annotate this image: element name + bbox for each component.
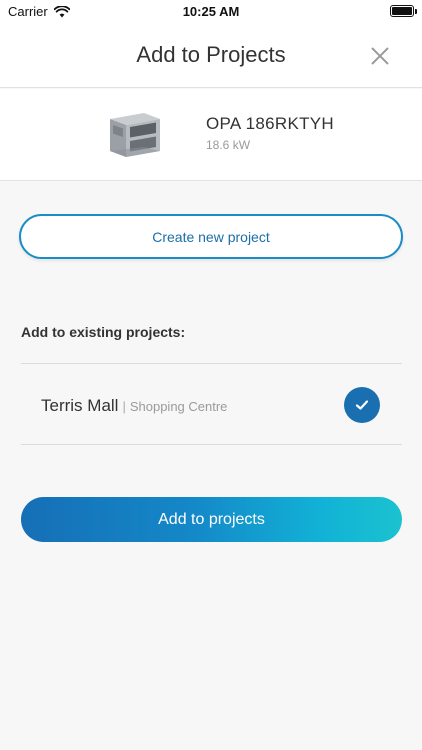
project-separator: | bbox=[122, 399, 126, 414]
add-to-projects-label: Add to projects bbox=[158, 510, 265, 528]
product-card: OPA 186RKTYH 18.6 kW bbox=[0, 89, 422, 181]
add-to-projects-button[interactable]: Add to projects bbox=[21, 497, 402, 542]
project-selected-toggle[interactable] bbox=[344, 387, 380, 423]
status-right bbox=[390, 5, 417, 17]
divider-bottom bbox=[21, 444, 402, 445]
product-name: OPA 186RKTYH bbox=[206, 114, 335, 133]
close-icon bbox=[371, 47, 389, 65]
ac-unit-image bbox=[110, 113, 160, 157]
close-button[interactable] bbox=[368, 44, 392, 68]
create-new-project-label: Create new project bbox=[152, 228, 270, 245]
page-title: Add to Projects bbox=[136, 42, 286, 67]
status-time: 10:25 AM bbox=[182, 4, 240, 19]
create-new-project-button[interactable]: Create new project bbox=[19, 214, 403, 259]
project-type: Shopping Centre bbox=[129, 399, 228, 414]
existing-projects-label: Add to existing projects: bbox=[21, 324, 186, 340]
header: Add to Projects bbox=[0, 22, 422, 88]
battery-icon bbox=[390, 5, 417, 17]
project-name: Terris Mall bbox=[41, 396, 119, 415]
product-power: 18.6 kW bbox=[206, 138, 251, 152]
check-icon bbox=[355, 400, 369, 410]
project-row[interactable]: Terris Mall | Shopping Centre bbox=[21, 364, 402, 444]
status-bar: Carrier 10:25 AM bbox=[0, 0, 422, 22]
project-name-line: Terris Mall | Shopping Centre bbox=[41, 396, 227, 416]
